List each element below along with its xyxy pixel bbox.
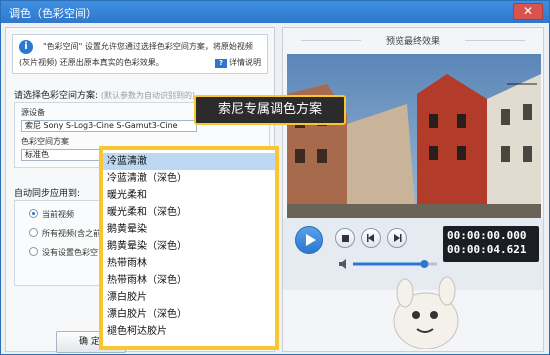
color-space-select[interactable]: 标准色 [21, 149, 101, 161]
play-button[interactable] [295, 226, 323, 254]
step-forward-icon [394, 234, 402, 242]
callout-label: 索尼专属调色方案 [194, 95, 346, 125]
source-device-label: 源设备 [21, 108, 45, 117]
preview-title: 预览最终效果 [283, 34, 543, 47]
time-total: 00:00:04.621 [447, 243, 527, 256]
help-label: 详情说明 [229, 58, 261, 67]
radio-selected-icon [29, 209, 38, 218]
next-frame-button[interactable] [387, 228, 407, 248]
dropdown-option[interactable]: 暖光柔和（深色） [107, 204, 187, 221]
color-scheme-dropdown[interactable]: 冷蓝清澈 冷蓝清澈（深色） 暖光柔和 暖光柔和（深色） 鹅黄晕染 鹅黄晕染（深色… [99, 146, 279, 350]
scheme-title: 请选择色彩空间方案: [14, 91, 99, 101]
radio-icon [29, 247, 38, 256]
time-current: 00:00:00.000 [447, 229, 527, 242]
sync-option-label: 所有视频(含之前 [42, 229, 102, 238]
source-device-select[interactable]: 索尼 Sony S-Log3-Cine S-Gamut3-Cine [21, 120, 197, 132]
sync-option-label: 当前视频 [42, 210, 74, 219]
scheme-section-title: 请选择色彩空间方案: (默认参数为自动识别到的) [14, 88, 195, 101]
dropdown-option[interactable]: 漂白胶片（深色） [107, 306, 187, 323]
dropdown-option[interactable]: 鹅黄晕染 [107, 221, 147, 238]
play-icon [306, 234, 316, 246]
color-space-window: 调色（色彩空间） ✕ i "色彩空间" 设置允许您通过选择色彩空间方案，将原始视… [0, 0, 550, 355]
speaker-icon [339, 259, 346, 269]
dropdown-option[interactable]: 冷蓝清澈（深色） [107, 170, 187, 187]
stop-icon [342, 235, 349, 242]
info-icon: i [19, 40, 33, 54]
sync-option-unset[interactable]: 没有设置色彩空 [29, 247, 98, 258]
time-display: 00:00:00.000 00:00:04.621 [443, 226, 539, 262]
prev-frame-button[interactable] [361, 228, 381, 248]
close-button[interactable]: ✕ [513, 3, 543, 20]
dropdown-option[interactable]: 漂白胶片 [107, 289, 147, 306]
title-bar: 调色（色彩空间） ✕ [1, 1, 549, 23]
scheme-hint: (默认参数为自动识别到的) [100, 91, 196, 100]
dropdown-option[interactable]: 鹅黄晕染（深色） [107, 238, 187, 255]
info-text-line2: (灰片视频) 还原出原本真实的色彩效果。 [19, 58, 164, 67]
dropdown-option[interactable]: 热带雨林（深色） [107, 272, 187, 289]
info-text-line1: "色彩空间" 设置允许您通过选择色彩空间方案，将原始视频 [43, 42, 253, 51]
info-box: i "色彩空间" 设置允许您通过选择色彩空间方案，将原始视频 (灰片视频) 还原… [12, 34, 268, 74]
help-link[interactable]: ? 详情说明 [215, 57, 261, 68]
window-title: 调色（色彩空间） [9, 7, 97, 20]
preview-video [287, 54, 541, 230]
dropdown-option[interactable]: 冷蓝清澈 [103, 153, 275, 170]
mascot-image [393, 276, 459, 349]
sync-option-current[interactable]: 当前视频 [29, 209, 74, 220]
volume-slider-handle [420, 260, 429, 268]
street-scene-image [287, 54, 541, 230]
dropdown-option[interactable]: 褪色柯达胶片 [107, 323, 167, 340]
step-back-icon [367, 234, 374, 242]
help-icon: ? [215, 59, 227, 68]
sync-option-all[interactable]: 所有视频(含之前 [29, 228, 101, 239]
sync-section-title: 自动同步应用到: [14, 189, 81, 199]
dropdown-option[interactable]: 暖光柔和 [107, 187, 147, 204]
dropdown-option[interactable]: 热带雨林 [107, 255, 147, 272]
sync-option-label: 没有设置色彩空 [42, 248, 98, 257]
color-space-label: 色彩空间方案 [21, 137, 69, 146]
stop-button[interactable] [335, 228, 355, 248]
radio-icon [29, 228, 38, 237]
